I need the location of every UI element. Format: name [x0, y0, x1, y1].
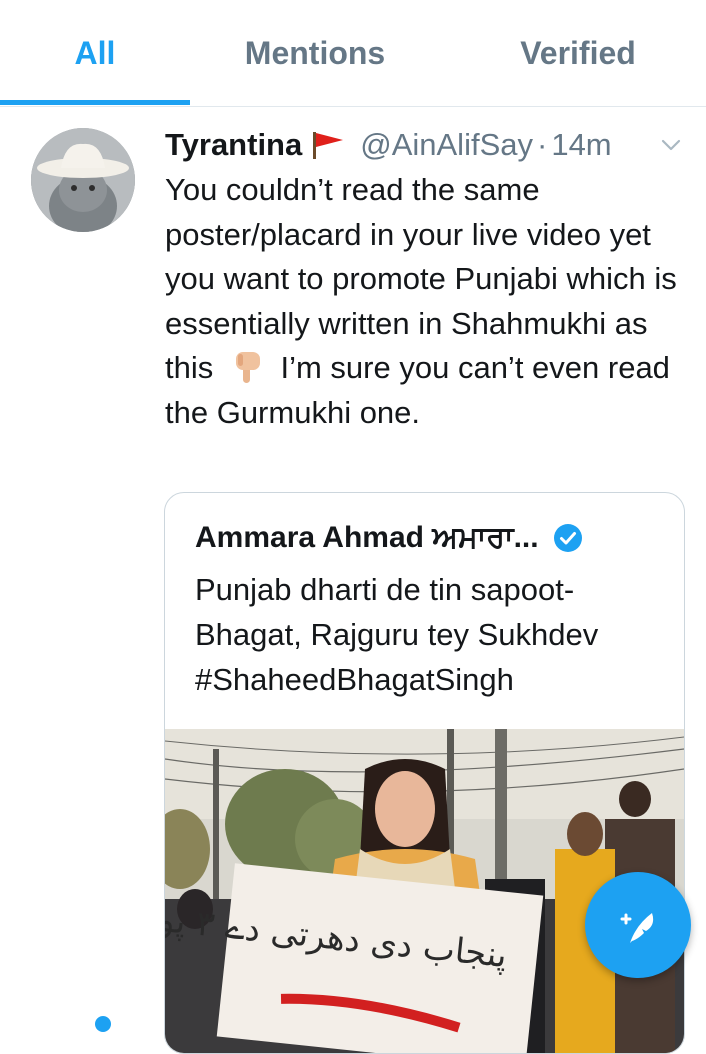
quote-text: Punjab dharti de tin sapoot- Bhagat, Raj… — [195, 572, 599, 697]
tweet-text: You couldn’t read the same poster/placar… — [165, 168, 695, 435]
active-tab-indicator — [0, 100, 190, 105]
verified-badge-icon — [553, 524, 582, 552]
tab-bar-indicator — [95, 1016, 111, 1032]
avatar-image — [31, 128, 135, 232]
notification-tabs: All Mentions Verified — [0, 0, 706, 107]
display-name[interactable]: Tyrantina — [165, 127, 302, 163]
tab-all[interactable]: All — [0, 0, 190, 106]
quote-header: Ammara Ahmad ਅਮਾਰਾ... — [195, 517, 583, 559]
tab-mentions[interactable]: Mentions — [215, 0, 415, 106]
compose-feather-icon — [620, 913, 654, 943]
tweet-header: Tyrantina @AinAlifSay · 14m — [165, 124, 612, 166]
user-handle[interactable]: @AinAlifSay — [360, 127, 533, 163]
timestamp: 14m — [551, 127, 612, 162]
red-flag-icon — [313, 132, 344, 159]
chevron-down-icon[interactable] — [660, 134, 682, 156]
pointing-down-emoji-icon — [235, 352, 260, 383]
avatar[interactable] — [31, 128, 135, 232]
compose-tweet-button[interactable] — [585, 872, 691, 978]
separator-dot: · — [537, 127, 548, 162]
quoted-tweet-card[interactable]: Ammara Ahmad ਅਮਾਰਾ... Punjab dharti de t… — [164, 492, 685, 1054]
tab-verified[interactable]: Verified — [478, 0, 678, 106]
quote-display-name: Ammara Ahmad ਅਮਾਰਾ... — [195, 521, 539, 554]
